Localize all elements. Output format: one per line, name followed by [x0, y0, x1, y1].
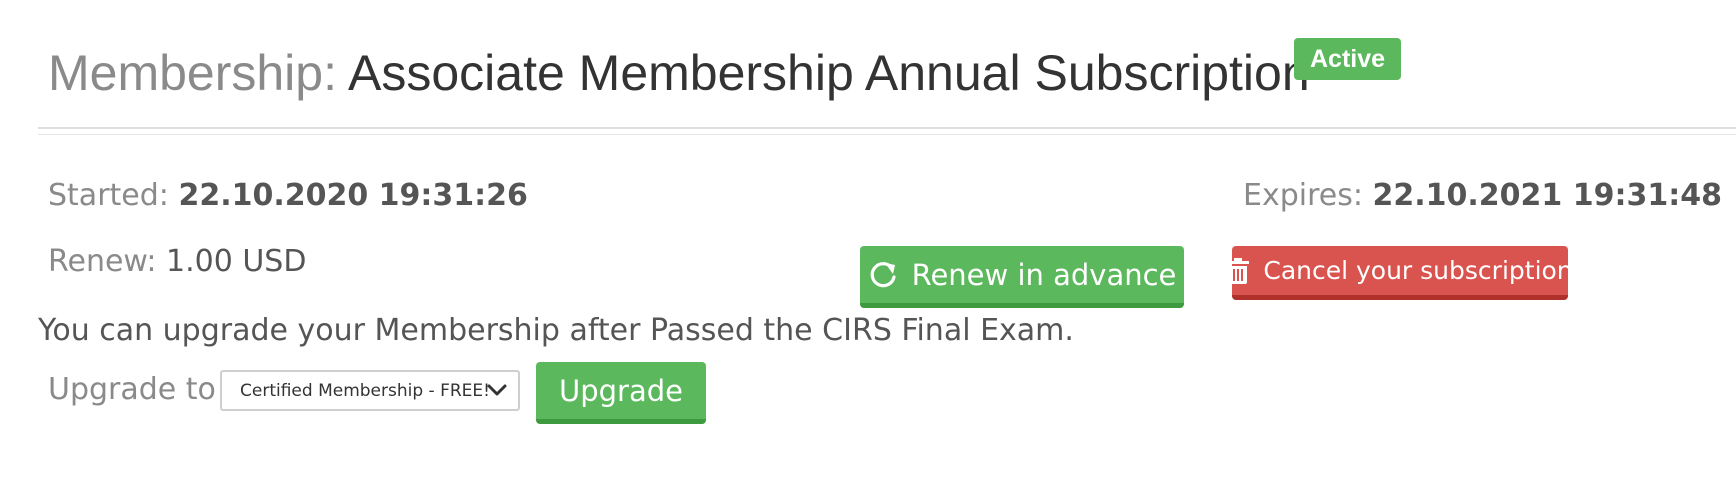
trash-icon — [1227, 257, 1250, 284]
chevron-down-icon — [486, 380, 508, 400]
upgrade-button[interactable]: Upgrade — [536, 362, 706, 424]
started-value: 22.10.2020 19:31:26 — [178, 178, 528, 213]
renew-in-advance-button[interactable]: Renew in advance — [860, 246, 1184, 308]
started-field: Started: 22.10.2020 19:31:26 — [48, 178, 528, 213]
renew-field: Renew: 1.00 USD — [48, 244, 306, 279]
page-label: Membership: — [48, 45, 337, 101]
upgrade-note: You can upgrade your Membership after Pa… — [38, 313, 1074, 348]
cancel-button-label: Cancel your subscription — [1263, 256, 1573, 285]
refresh-icon — [868, 260, 898, 290]
started-label: Started: — [48, 178, 169, 213]
page-header: Membership: Associate Membership Annual … — [48, 30, 1708, 110]
membership-select[interactable]: Certified Membership - FREE! — [220, 370, 520, 411]
header-divider — [38, 127, 1736, 135]
expires-label: Expires: — [1243, 178, 1363, 213]
page-title: Associate Membership Annual Subscription — [348, 45, 1310, 101]
renew-label: Renew: — [48, 244, 157, 279]
expires-value: 22.10.2021 19:31:48 — [1372, 178, 1722, 213]
renew-button-label: Renew in advance — [911, 257, 1177, 292]
upgrade-to-label: Upgrade to — [48, 372, 216, 407]
cancel-subscription-button[interactable]: Cancel your subscription — [1227, 246, 1573, 300]
status-badge: Active — [1294, 38, 1402, 80]
upgrade-button-label: Upgrade — [559, 373, 683, 408]
membership-select-value: Certified Membership - FREE! — [240, 380, 490, 401]
renew-value: 1.00 USD — [165, 244, 307, 279]
expires-field: Expires: 22.10.2021 19:31:48 — [1243, 178, 1722, 213]
